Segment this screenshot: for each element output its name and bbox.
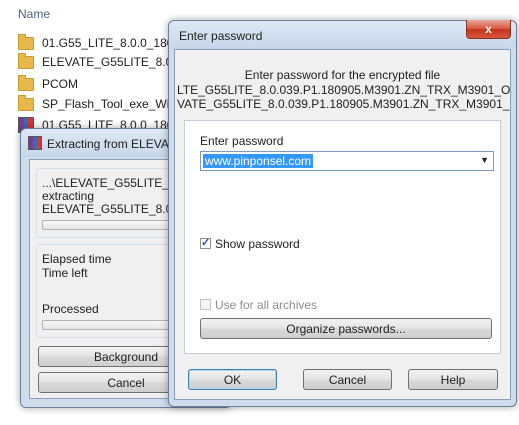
- password-panel: Enter password www.pinponsel.com ▼ ✓ Sho…: [184, 120, 501, 354]
- cancel-button[interactable]: Cancel: [303, 369, 392, 390]
- folder-icon: [18, 52, 34, 69]
- time-left-label: Time left: [42, 266, 88, 280]
- file-name: PCOM: [42, 77, 78, 91]
- password-dialog-body: Enter password for the encrypted file LT…: [174, 49, 511, 400]
- password-combobox[interactable]: www.pinponsel.com ▼: [200, 151, 494, 171]
- name-column-header[interactable]: Name: [18, 7, 50, 21]
- use-for-all-label[interactable]: Use for all archives: [215, 298, 317, 312]
- close-icon: x: [485, 22, 492, 36]
- password-label: Enter password: [200, 134, 284, 148]
- header-filename-1: LTE_G55LITE_8.0.039.P1.180905.M3901.ZN_T…: [177, 83, 511, 97]
- help-button[interactable]: Help: [408, 369, 498, 390]
- extract-status: extracting: [42, 189, 95, 203]
- processed-label: Processed: [42, 302, 99, 316]
- password-dialog-title: Enter password: [179, 29, 263, 43]
- folder-icon: [18, 94, 34, 111]
- chevron-down-icon[interactable]: ▼: [480, 155, 489, 165]
- close-button[interactable]: x: [466, 20, 511, 39]
- header-filename-2: VATE_G55LITE_8.0.039.P1.180905.M3901.ZN_…: [177, 97, 510, 111]
- organize-passwords-button[interactable]: Organize passwords...: [200, 318, 492, 339]
- show-password-checkbox[interactable]: ✓: [200, 237, 211, 249]
- password-dialog-titlebar[interactable]: Enter password x: [169, 20, 516, 49]
- password-input-value[interactable]: www.pinponsel.com: [203, 154, 314, 168]
- password-dialog: Enter password x Enter password for the …: [168, 20, 517, 407]
- file-row[interactable]: PCOM: [18, 74, 78, 94]
- elapsed-time-label: Elapsed time: [42, 252, 112, 266]
- folder-icon: [18, 33, 34, 50]
- show-password-label[interactable]: Show password: [215, 237, 300, 251]
- dialog-header: Enter password for the encrypted file LT…: [175, 50, 510, 112]
- checkmark-icon: ✓: [201, 237, 211, 249]
- winrar-icon: [28, 136, 42, 150]
- extract-dialog-title: Extracting from ELEVATE: [47, 137, 184, 151]
- ok-button[interactable]: OK: [188, 369, 277, 390]
- use-for-all-checkbox[interactable]: [200, 299, 211, 310]
- header-prompt: Enter password for the encrypted file: [244, 68, 441, 82]
- folder-icon: [18, 74, 34, 91]
